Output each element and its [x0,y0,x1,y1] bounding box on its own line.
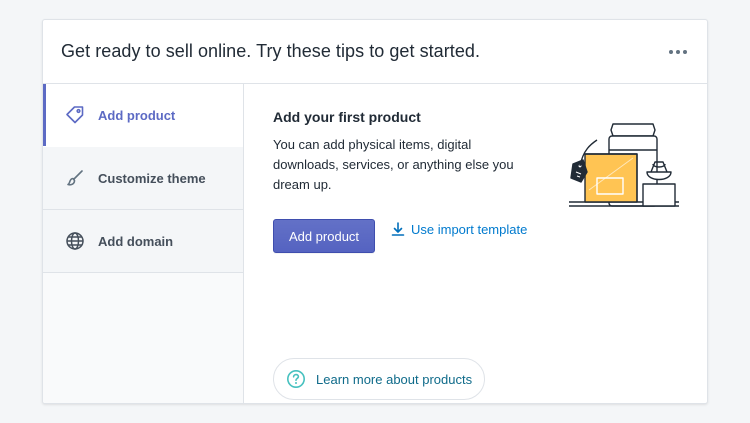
sidebar-item-add-domain[interactable]: Add domain [43,210,243,273]
card-title: Get ready to sell online. Try these tips… [61,41,481,61]
paintbrush-icon [65,168,85,188]
tip-description: You can add physical items, digital down… [273,137,514,192]
products-illustration [567,120,683,220]
learn-more-label: Learn more about products [316,371,473,387]
download-icon [390,221,406,237]
sidebar-item-label: Add domain [98,233,174,249]
sidebar-item-customize-theme[interactable]: Customize theme [43,147,243,210]
use-import-template-link[interactable]: Use import template [390,221,527,237]
card-header: Get ready to sell online. Try these tips… [43,20,707,84]
sidebar-item-add-product[interactable]: Add product [43,84,243,147]
horizontal-dots-icon [669,50,673,54]
tips-sidebar: Add product Customize theme Add domain [43,84,244,403]
question-circle-icon [286,369,306,389]
globe-icon [65,231,85,251]
import-link-label: Use import template [411,221,528,237]
learn-more-button[interactable]: Learn more about products [273,358,485,400]
more-actions-button[interactable] [669,44,687,60]
add-product-button[interactable]: Add product [273,219,375,253]
sidebar-item-label: Customize theme [98,170,206,186]
tip-title: Add your first product [273,109,421,125]
getting-started-card: Get ready to sell online. Try these tips… [42,19,708,404]
sidebar-item-label: Add product [98,107,176,123]
tag-icon [65,105,85,125]
